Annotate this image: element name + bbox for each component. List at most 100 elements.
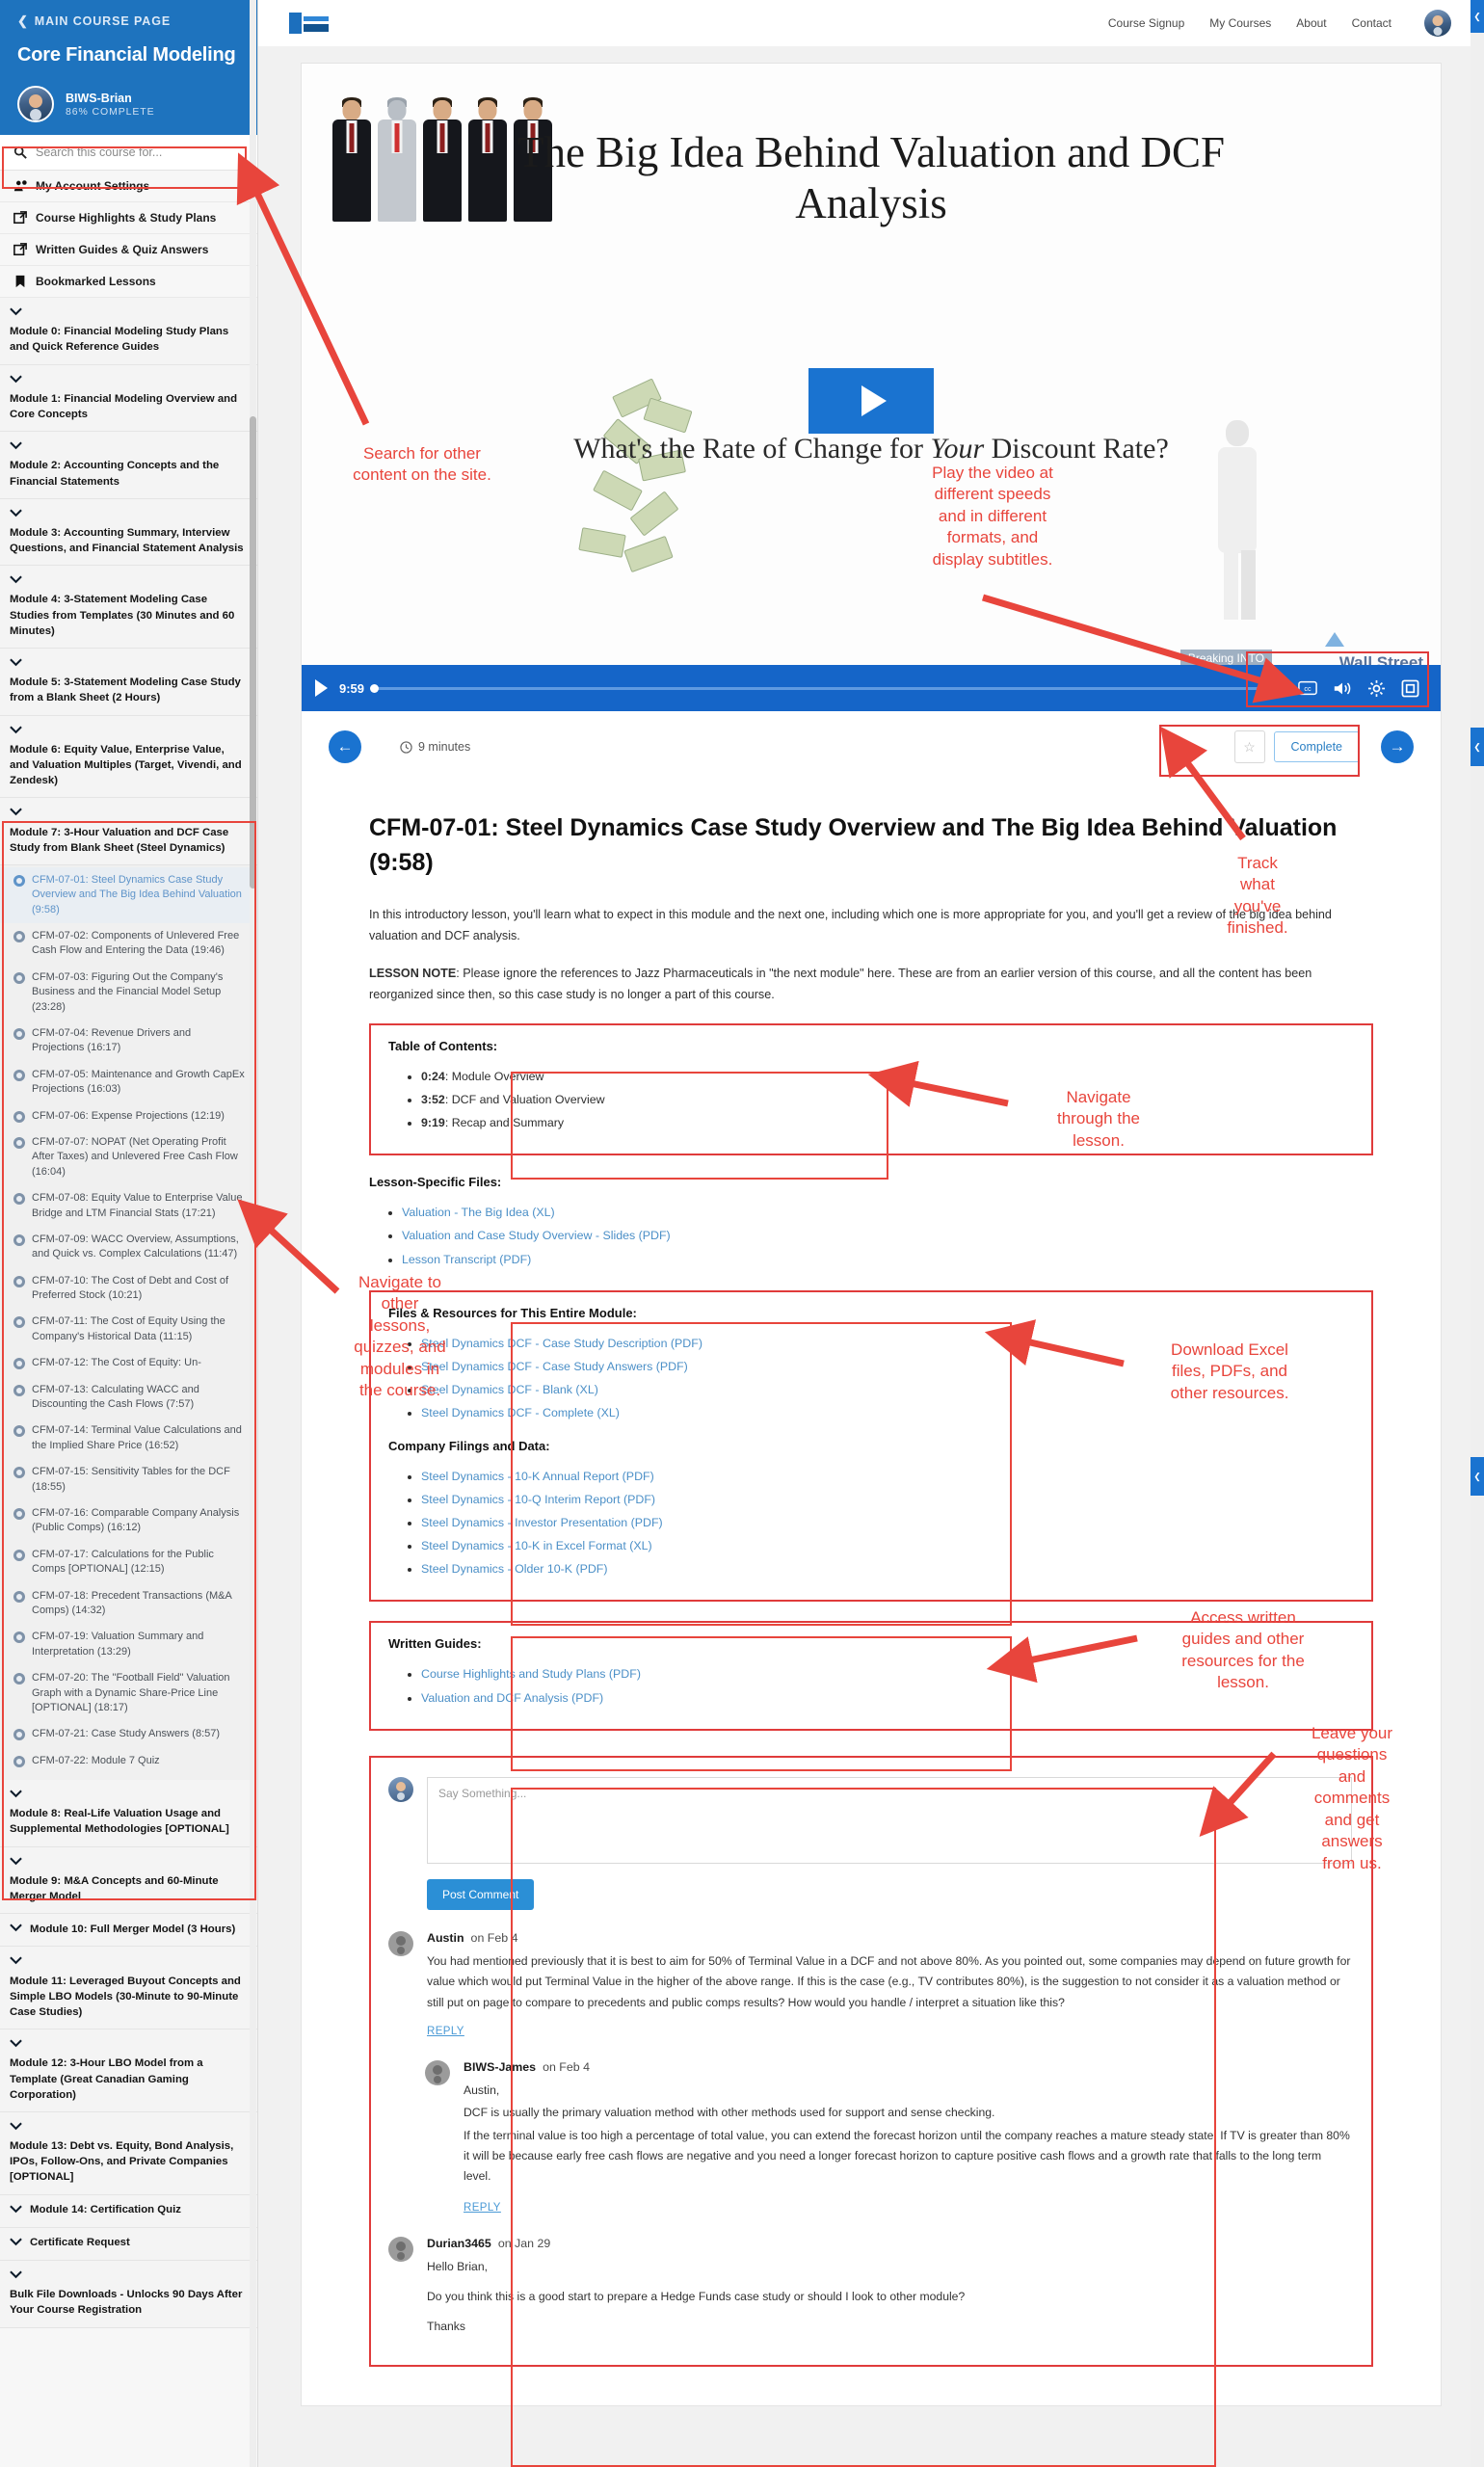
list-item[interactable]: CFM-07-13: Calculating WACC and Discount… bbox=[0, 1377, 257, 1419]
next-lesson-button[interactable]: → bbox=[1381, 730, 1414, 763]
list-item[interactable]: CFM-07-06: Expense Projections (12:19) bbox=[0, 1103, 257, 1129]
sidebar-certificate-request[interactable]: Certificate Request bbox=[0, 2227, 257, 2261]
list-item[interactable]: CFM-07-21: Case Study Answers (8:57) bbox=[0, 1721, 257, 1747]
file-link[interactable]: Steel Dynamics - Investor Presentation (… bbox=[421, 1516, 663, 1529]
sidebar-module-10[interactable]: Module 10: Full Merger Model (3 Hours) bbox=[0, 1914, 257, 1948]
sidebar-module-11[interactable]: Module 11: Leveraged Buyout Concepts and… bbox=[0, 1947, 257, 2030]
file-link[interactable]: Steel Dynamics - 10-Q Interim Report (PD… bbox=[421, 1493, 655, 1506]
play-button[interactable] bbox=[808, 368, 934, 434]
sidebar-module-label: Module 11: Leveraged Buyout Concepts and… bbox=[10, 1975, 241, 2018]
list-item[interactable]: Steel Dynamics - 10-Q Interim Report (PD… bbox=[421, 1488, 1354, 1511]
list-item[interactable]: 3:52: DCF and Valuation Overview bbox=[421, 1088, 1354, 1111]
sidebar-module-6[interactable]: Module 6: Equity Value, Enterprise Value… bbox=[0, 715, 257, 799]
list-item[interactable]: CFM-07-03: Figuring Out the Company's Bu… bbox=[0, 965, 257, 1021]
post-comment-button[interactable]: Post Comment bbox=[427, 1878, 535, 1910]
list-item[interactable]: 9:19: Recap and Summary bbox=[421, 1111, 1354, 1134]
sidebar-module-2[interactable]: Module 2: Accounting Concepts and the Fi… bbox=[0, 432, 257, 499]
previous-lesson-button[interactable]: ← bbox=[329, 730, 361, 763]
sidebar-item-label: Bookmarked Lessons bbox=[36, 275, 156, 288]
list-item[interactable]: CFM-07-02: Components of Unlevered Free … bbox=[0, 923, 257, 965]
sidebar-item-written-guides[interactable]: Written Guides & Quiz Answers bbox=[0, 234, 257, 266]
play-icon[interactable] bbox=[315, 679, 328, 697]
list-item[interactable]: CFM-07-18: Precedent Transactions (M&A C… bbox=[0, 1583, 257, 1625]
reply-link[interactable]: REPLY bbox=[464, 2202, 501, 2214]
list-item[interactable]: CFM-07-05: Maintenance and Growth CapEx … bbox=[0, 1062, 257, 1103]
comments-section: Say Something... Post Comment Austin on F… bbox=[369, 1755, 1373, 2367]
sidebar-module-5[interactable]: Module 5: 3-Statement Modeling Case Stud… bbox=[0, 649, 257, 716]
search-input[interactable]: Search this course for... bbox=[0, 135, 257, 171]
sidebar-item-course-highlights[interactable]: Course Highlights & Study Plans bbox=[0, 202, 257, 234]
nav-about[interactable]: About bbox=[1296, 16, 1326, 30]
list-item[interactable]: CFM-07-20: The "Football Field" Valuatio… bbox=[0, 1665, 257, 1721]
list-item[interactable]: Steel Dynamics - 10-K Annual Report (PDF… bbox=[421, 1465, 1354, 1488]
file-link[interactable]: Steel Dynamics - 10-K Annual Report (PDF… bbox=[421, 1470, 654, 1483]
nav-contact[interactable]: Contact bbox=[1352, 16, 1391, 30]
list-item[interactable]: CFM-07-08: Equity Value to Enterprise Va… bbox=[0, 1185, 257, 1227]
list-item[interactable]: CFM-07-04: Revenue Drivers and Projectio… bbox=[0, 1021, 257, 1062]
list-item[interactable]: Valuation - The Big Idea (XL) bbox=[402, 1201, 1373, 1224]
topnav-links: Course Signup My Courses About Contact bbox=[1108, 10, 1451, 37]
file-link[interactable]: Steel Dynamics DCF - Complete (XL) bbox=[421, 1406, 620, 1419]
nav-course-signup[interactable]: Course Signup bbox=[1108, 16, 1184, 30]
list-item[interactable]: CFM-07-07: NOPAT (Net Operating Profit A… bbox=[0, 1129, 257, 1185]
list-item[interactable]: Steel Dynamics - 10-K in Excel Format (X… bbox=[421, 1534, 1354, 1557]
list-item[interactable]: CFM-07-19: Valuation Summary and Interpr… bbox=[0, 1624, 257, 1665]
sidebar-module-8[interactable]: Module 8: Real-Life Valuation Usage and … bbox=[0, 1780, 257, 1847]
file-link[interactable]: Valuation and DCF Analysis (PDF) bbox=[421, 1691, 603, 1705]
video-title: The Big Idea Behind Valuation and DCF An… bbox=[517, 128, 1226, 228]
breaking-into-wall-street-logo-icon[interactable] bbox=[287, 11, 331, 36]
lesson-status-icon bbox=[13, 874, 25, 887]
list-item[interactable]: CFM-07-17: Calculations for the Public C… bbox=[0, 1542, 257, 1583]
sidebar-module-3[interactable]: Module 3: Accounting Summary, Interview … bbox=[0, 498, 257, 567]
sidebar-module-14[interactable]: Module 14: Certification Quiz bbox=[0, 2194, 257, 2228]
list-item[interactable]: 0:24: Module Overview bbox=[421, 1065, 1354, 1088]
right-tab-header[interactable]: ❮ bbox=[1471, 0, 1484, 33]
sidebar-module-12[interactable]: Module 12: 3-Hour LBO Model from a Templ… bbox=[0, 2029, 257, 2112]
file-link[interactable]: Course Highlights and Study Plans (PDF) bbox=[421, 1667, 641, 1681]
list-item[interactable]: CFM-07-10: The Cost of Debt and Cost of … bbox=[0, 1268, 257, 1310]
list-item[interactable]: CFM-07-01: Steel Dynamics Case Study Ove… bbox=[0, 866, 257, 924]
main-course-page-label: MAIN COURSE PAGE bbox=[34, 14, 172, 28]
file-link[interactable]: Lesson Transcript (PDF) bbox=[402, 1253, 531, 1266]
sidebar-module-0[interactable]: Module 0: Financial Modeling Study Plans… bbox=[0, 298, 257, 365]
file-link[interactable]: Valuation - The Big Idea (XL) bbox=[402, 1206, 555, 1219]
list-item[interactable]: CFM-07-15: Sensitivity Tables for the DC… bbox=[0, 1459, 257, 1500]
sidebar-module-9[interactable]: Module 9: M&A Concepts and 60-Minute Mer… bbox=[0, 1846, 257, 1915]
sidebar-scrollbar-thumb[interactable] bbox=[250, 416, 256, 889]
list-item[interactable]: CFM-07-14: Terminal Value Calculations a… bbox=[0, 1418, 257, 1459]
list-item[interactable]: Steel Dynamics DCF - Complete (XL) bbox=[421, 1401, 1354, 1424]
list-item[interactable]: CFM-07-11: The Cost of Equity Using the … bbox=[0, 1309, 257, 1350]
comment-input[interactable]: Say Something... bbox=[427, 1776, 1352, 1864]
lesson-status-icon bbox=[13, 1316, 25, 1329]
avatar[interactable] bbox=[1424, 10, 1451, 37]
sidebar-module-13[interactable]: Module 13: Debt vs. Equity, Bond Analysi… bbox=[0, 2111, 257, 2195]
list-item[interactable]: Lesson Transcript (PDF) bbox=[402, 1248, 1373, 1271]
list-item[interactable]: Steel Dynamics - Investor Presentation (… bbox=[421, 1511, 1354, 1534]
sidebar-item-account-settings[interactable]: My Account Settings bbox=[0, 171, 257, 202]
file-link[interactable]: Valuation and Case Study Overview - Slid… bbox=[402, 1229, 671, 1242]
right-tab-bottom[interactable]: ❮ bbox=[1471, 1457, 1484, 1496]
chevron-down-icon bbox=[10, 656, 245, 672]
file-link[interactable]: Steel Dynamics - 10-K in Excel Format (X… bbox=[421, 1539, 652, 1552]
list-item[interactable]: CFM-07-09: WACC Overview, Assumptions, a… bbox=[0, 1227, 257, 1268]
sidebar-module-7-active[interactable]: Module 7: 3-Hour Valuation and DCF Case … bbox=[0, 798, 257, 865]
nav-my-courses[interactable]: My Courses bbox=[1209, 16, 1271, 30]
main-area: Course Signup My Courses About Contact T… bbox=[258, 0, 1484, 2467]
main-course-page-link[interactable]: ❮ MAIN COURSE PAGE bbox=[17, 13, 240, 29]
lesson-status-icon bbox=[13, 1069, 25, 1081]
list-item[interactable]: Valuation and Case Study Overview - Slid… bbox=[402, 1224, 1373, 1247]
sidebar-module-4[interactable]: Module 4: 3-Statement Modeling Case Stud… bbox=[0, 566, 257, 649]
list-item[interactable]: CFM-07-12: The Cost of Equity: Un- bbox=[0, 1350, 257, 1376]
sidebar-item-bookmarked-lessons[interactable]: Bookmarked Lessons bbox=[0, 266, 257, 298]
sidebar-bulk-downloads[interactable]: Bulk File Downloads - Unlocks 90 Days Af… bbox=[0, 2261, 257, 2328]
list-item[interactable]: CFM-07-22: Module 7 Quiz bbox=[0, 1748, 257, 1774]
list-item[interactable]: Steel Dynamics - Older 10-K (PDF) bbox=[421, 1557, 1354, 1580]
video-progress-bar[interactable] bbox=[370, 683, 1279, 693]
video-player[interactable]: The Big Idea Behind Valuation and DCF An… bbox=[302, 64, 1441, 711]
sidebar-module-1[interactable]: Module 1: Financial Modeling Overview an… bbox=[0, 364, 257, 433]
file-link[interactable]: Steel Dynamics - Older 10-K (PDF) bbox=[421, 1562, 607, 1576]
sidebar-scrollbar-track[interactable] bbox=[250, 0, 256, 2467]
list-item[interactable]: CFM-07-16: Comparable Company Analysis (… bbox=[0, 1500, 257, 1542]
right-tab-top[interactable]: ❮ bbox=[1471, 728, 1484, 766]
reply-link[interactable]: REPLY bbox=[427, 2026, 464, 2037]
